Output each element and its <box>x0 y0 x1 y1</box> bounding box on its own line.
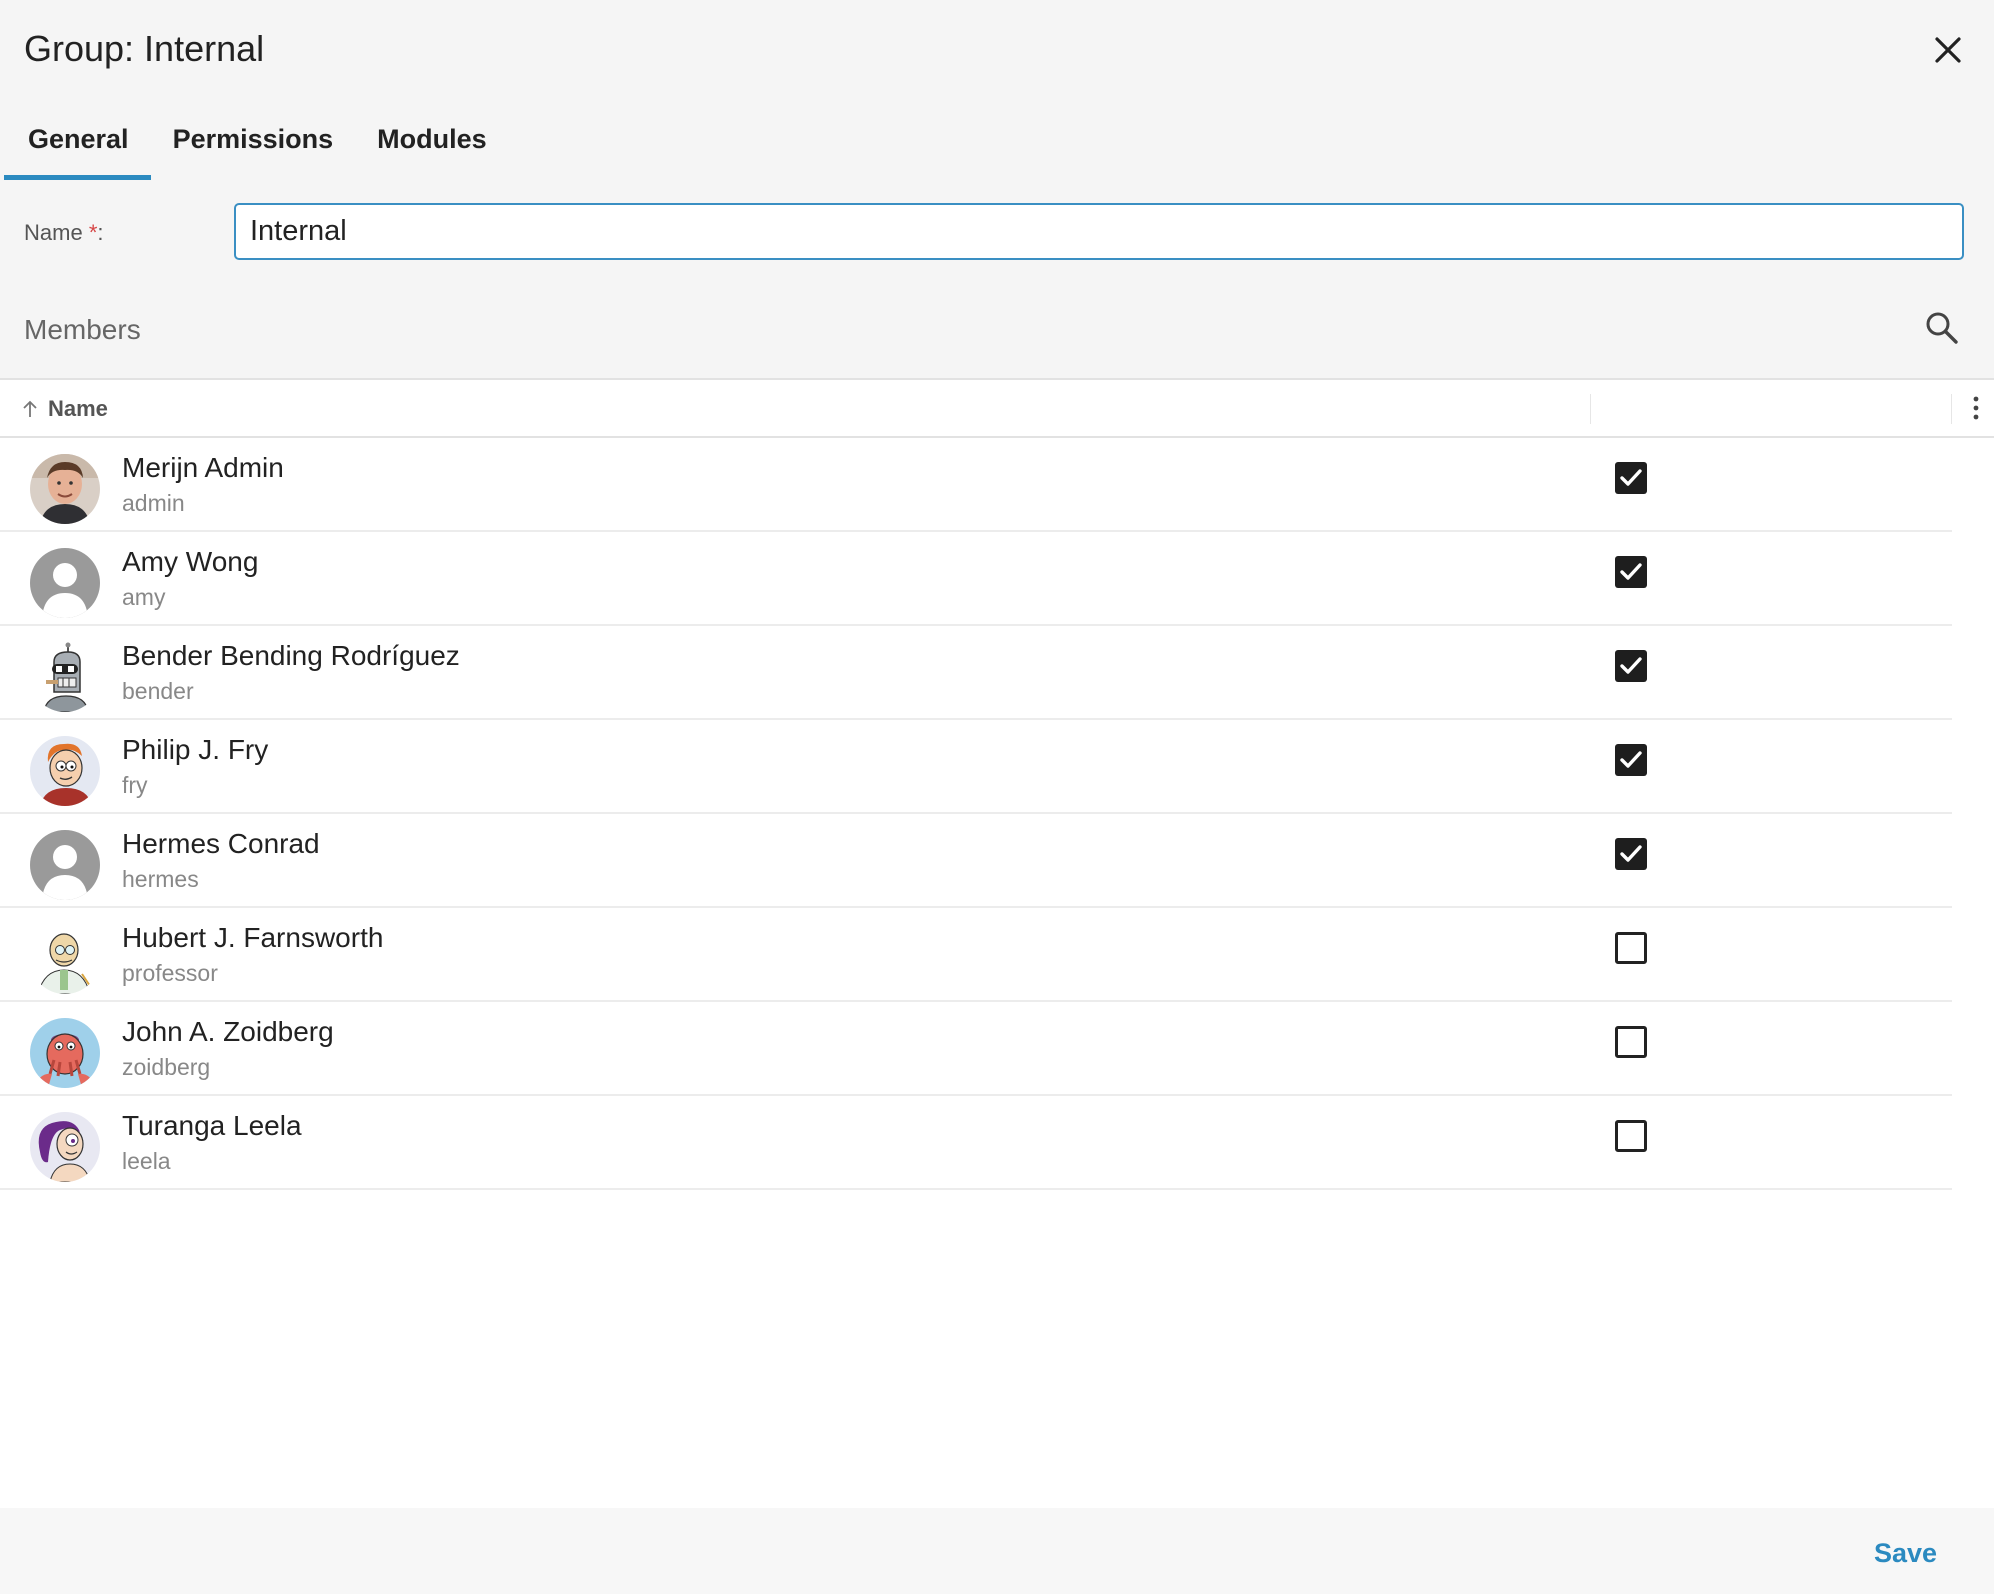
search-icon <box>1926 312 1958 344</box>
group-dialog: Group: Internal General Permissions Modu… <box>0 0 1994 1594</box>
arrow-up-icon <box>23 400 37 417</box>
checkmark-icon <box>1620 751 1642 768</box>
column-header-name[interactable]: Name <box>22 396 108 422</box>
checkmark-icon <box>1620 563 1642 580</box>
general-form: Name *: Members <box>0 180 1994 378</box>
user-login: admin <box>122 490 185 516</box>
name-label-text: Name <box>24 220 83 245</box>
table-row[interactable]: Philip J. Fry fry <box>0 720 1952 814</box>
save-button[interactable]: Save <box>1874 1538 1937 1569</box>
checkmark-icon <box>1620 845 1642 862</box>
avatar <box>30 1018 100 1088</box>
column-header-name-label: Name <box>48 396 108 421</box>
avatar <box>30 924 100 994</box>
avatar <box>30 736 100 806</box>
tab-general[interactable]: General <box>4 112 151 180</box>
table-row[interactable]: Hermes Conrad hermes <box>0 814 1952 908</box>
name-field-label: Name *: <box>24 220 104 246</box>
member-checkbox[interactable] <box>1615 744 1647 776</box>
user-login: bender <box>122 678 194 704</box>
member-checkbox[interactable] <box>1615 1120 1647 1152</box>
column-divider <box>1951 394 1952 424</box>
table-row[interactable]: Hubert J. Farnsworth professor <box>0 908 1952 1002</box>
members-search-button[interactable] <box>1924 310 1960 346</box>
table-row[interactable]: Amy Wong amy <box>0 532 1952 626</box>
kebab-menu-icon <box>1973 396 1979 420</box>
member-checkbox[interactable] <box>1615 1026 1647 1058</box>
tab-permissions[interactable]: Permissions <box>151 112 356 180</box>
dialog-header: Group: Internal General Permissions Modu… <box>0 0 1994 180</box>
table-header: Name <box>0 378 1994 438</box>
user-name: John A. Zoidberg <box>122 1016 334 1047</box>
members-section-title: Members <box>24 314 141 345</box>
user-name: Hermes Conrad <box>122 828 320 859</box>
checkmark-icon <box>1620 469 1642 486</box>
avatar <box>30 548 100 618</box>
user-name: Bender Bending Rodríguez <box>122 640 460 671</box>
members-table: Name Merijn Admin admin Amy Wong amy Ben… <box>0 378 1994 1190</box>
avatar <box>30 642 100 712</box>
member-checkbox[interactable] <box>1615 932 1647 964</box>
user-login: amy <box>122 584 166 610</box>
tab-modules[interactable]: Modules <box>355 112 509 180</box>
user-login: zoidberg <box>122 1054 211 1080</box>
user-login: leela <box>122 1148 171 1174</box>
user-name: Philip J. Fry <box>122 734 269 765</box>
column-divider <box>1590 394 1591 424</box>
table-row[interactable]: John A. Zoidberg zoidberg <box>0 1002 1952 1096</box>
close-icon <box>1935 37 1961 63</box>
avatar <box>30 1112 100 1182</box>
name-input[interactable] <box>234 203 1964 260</box>
user-login: professor <box>122 960 218 986</box>
dialog-footer: Save <box>0 1508 1994 1594</box>
name-label-colon: : <box>97 220 104 245</box>
user-name: Hubert J. Farnsworth <box>122 922 384 953</box>
table-row[interactable]: Turanga Leela leela <box>0 1096 1952 1190</box>
user-login: fry <box>122 772 148 798</box>
table-options-button[interactable] <box>1966 394 1986 422</box>
member-checkbox[interactable] <box>1615 838 1647 870</box>
user-name: Merijn Admin <box>122 452 284 483</box>
table-row[interactable]: Bender Bending Rodríguez bender <box>0 626 1952 720</box>
tab-bar: General Permissions Modules <box>0 112 509 180</box>
member-checkbox[interactable] <box>1615 462 1647 494</box>
close-button[interactable] <box>1926 28 1970 72</box>
checkmark-icon <box>1620 657 1642 674</box>
table-row[interactable]: Merijn Admin admin <box>0 438 1952 532</box>
user-name: Amy Wong <box>122 546 259 577</box>
avatar <box>30 830 100 900</box>
member-checkbox[interactable] <box>1615 650 1647 682</box>
user-login: hermes <box>122 866 199 892</box>
user-name: Turanga Leela <box>122 1110 302 1141</box>
avatar <box>30 454 100 524</box>
dialog-title: Group: Internal <box>24 28 265 69</box>
member-checkbox[interactable] <box>1615 556 1647 588</box>
